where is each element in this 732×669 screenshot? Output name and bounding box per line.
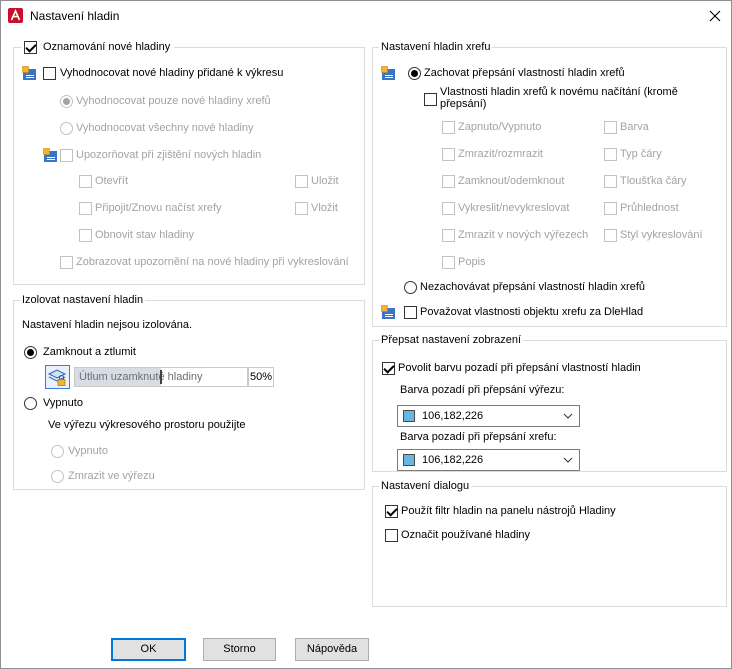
prop-lock-unlock-checkbox[interactable] (442, 175, 455, 188)
prop-description-label: Popis (458, 256, 486, 268)
plot-warning-checkbox[interactable] (60, 256, 73, 269)
layer-lock-fade-icon (45, 365, 70, 389)
indicate-used-label: Označit používané hladiny (401, 529, 531, 541)
new-layer-notification-checkbox[interactable] (24, 41, 37, 54)
dialog-title: Nastavení hladin (30, 9, 120, 23)
prop-plot-label: Vykreslit/nevykreslovat (458, 202, 570, 214)
prop-transparency-checkbox[interactable] (604, 202, 617, 215)
prop-plot-style-label: Styl vykreslování (620, 229, 703, 241)
plot-warning-label: Zobrazovat upozornění na nové hladiny př… (76, 256, 349, 268)
prop-color-label: Barva (620, 121, 649, 133)
chevron-down-icon (563, 413, 573, 419)
lock-and-fade-label: Zamknout a ztlumit (43, 346, 136, 358)
notify-save-checkbox[interactable] (295, 175, 308, 188)
viewport-bg-color-value: 106,182,226 (422, 410, 484, 422)
viewport-note: Ve výřezu výkresového prostoru použijte (48, 419, 246, 431)
evaluate-new-layers-checkbox[interactable] (43, 67, 56, 80)
apply-filter-checkbox[interactable] (385, 505, 398, 518)
evaluate-xref-only-label: Vyhodnocovat pouze nové hladiny xrefů (76, 95, 271, 107)
enable-bg-color-label: Povolit barvu pozadí při přepsání vlastn… (398, 362, 641, 374)
xref-bg-color-dropdown[interactable]: 106,182,226 (397, 449, 580, 471)
layer-notification-icon (43, 148, 58, 163)
xref-settings-title: Nastavení hladin xrefu (379, 40, 493, 54)
layer-notification-icon (381, 305, 396, 320)
lock-and-fade-radio[interactable] (24, 346, 37, 359)
prop-color-checkbox[interactable] (604, 121, 617, 134)
viewport-off-label: Vypnuto (68, 445, 108, 457)
display-override-title: Přepsat nastavení zobrazení (379, 333, 524, 347)
prop-new-vp-freeze-checkbox[interactable] (442, 229, 455, 242)
viewport-bg-color-dropdown[interactable]: 106,182,226 (397, 405, 580, 427)
cancel-button[interactable]: Storno (203, 638, 276, 661)
prop-lineweight-checkbox[interactable] (604, 175, 617, 188)
color-swatch (403, 410, 415, 422)
ok-button[interactable]: OK (111, 638, 186, 661)
prop-linetype-checkbox[interactable] (604, 148, 617, 161)
notify-new-layers-checkbox[interactable] (60, 149, 73, 162)
prop-lineweight-label: Tloušťka čáry (620, 175, 687, 187)
isolate-off-label: Vypnuto (43, 397, 83, 409)
keep-overrides-radio[interactable] (408, 67, 421, 80)
evaluate-all-label: Vyhodnocovat všechny nové hladiny (76, 122, 254, 134)
xref-bg-color-label: Barva pozadí při přepsání xrefu: (400, 431, 557, 443)
dialog-settings-title: Nastavení dialogu (379, 479, 472, 493)
notify-attach-reload-checkbox[interactable] (79, 202, 92, 215)
notify-restore-state-checkbox[interactable] (79, 229, 92, 242)
notify-restore-state-label: Obnovit stav hladiny (95, 229, 195, 241)
prop-linetype-label: Typ čáry (620, 148, 662, 160)
prop-freeze-thaw-label: Zmrazit/rozmrazit (458, 148, 543, 160)
viewport-bg-color-label: Barva pozadí při přepsání výřezu: (400, 384, 565, 396)
autocad-icon (8, 8, 23, 23)
prop-lock-unlock-label: Zamknout/odemknout (458, 175, 565, 187)
close-icon[interactable] (709, 10, 721, 22)
indicate-used-checkbox[interactable] (385, 529, 398, 542)
viewport-off-radio[interactable] (51, 445, 64, 458)
fade-slider-thumb[interactable] (160, 370, 162, 384)
enable-bg-color-checkbox[interactable] (382, 362, 395, 375)
help-button[interactable]: Nápověda (295, 638, 369, 661)
prop-on-off-label: Zapnuto/Vypnuto (458, 121, 542, 133)
notify-open-checkbox[interactable] (79, 175, 92, 188)
isolate-settings-title: Izolovat nastavení hladin (20, 293, 146, 307)
notify-save-label: Uložit (311, 175, 339, 187)
chevron-down-icon (563, 457, 573, 463)
reload-properties-checkbox[interactable] (424, 93, 437, 106)
notify-insert-checkbox[interactable] (295, 202, 308, 215)
notify-attach-reload-label: Připojit/Znovu načíst xrefy (95, 202, 222, 214)
treat-bylayer-label: Považovat vlastnosti objektu xrefu za Dl… (420, 306, 644, 318)
prop-description-checkbox[interactable] (442, 256, 455, 269)
new-layer-notification-label: Oznamování nové hladiny (43, 41, 171, 53)
prop-plot-checkbox[interactable] (442, 202, 455, 215)
treat-bylayer-checkbox[interactable] (404, 306, 417, 319)
prop-plot-style-checkbox[interactable] (604, 229, 617, 242)
notify-insert-label: Vložit (311, 202, 338, 214)
layer-notification-icon (22, 66, 37, 81)
xref-bg-color-value: 106,182,226 (422, 454, 484, 466)
prop-on-off-checkbox[interactable] (442, 121, 455, 134)
new-layer-notification-group (13, 47, 365, 285)
discard-overrides-radio[interactable] (404, 281, 417, 294)
apply-filter-label: Použít filtr hladin na panelu nástrojů H… (401, 505, 616, 517)
reload-properties-label: Vlastnosti hladin xrefů k novému načítán… (440, 86, 678, 110)
isolate-off-radio[interactable] (24, 397, 37, 410)
color-swatch (403, 454, 415, 466)
keep-overrides-label: Zachovat přepsání vlastností hladin xref… (424, 67, 625, 79)
prop-new-vp-freeze-label: Zmrazit v nových výřezech (458, 229, 589, 241)
evaluate-new-layers-label: Vyhodnocovat nové hladiny přidané k výkr… (60, 67, 284, 79)
prop-transparency-label: Průhlednost (620, 202, 679, 214)
viewport-freeze-label: Zmrazit ve výřezu (68, 470, 155, 482)
evaluate-all-radio[interactable] (60, 122, 73, 135)
viewport-freeze-radio[interactable] (51, 470, 64, 483)
isolate-status-text: Nastavení hladin nejsou izolována. (22, 319, 193, 331)
fade-slider-label: Útlum uzamknuté hladiny (79, 371, 203, 383)
fade-value: 50% (248, 367, 274, 387)
notify-new-layers-label: Upozorňovat při zjištění nových hladin (76, 149, 262, 161)
fade-slider[interactable]: Útlum uzamknuté hladiny (74, 367, 248, 387)
layer-notification-icon (381, 66, 396, 81)
notify-open-label: Otevřít (95, 175, 129, 187)
prop-freeze-thaw-checkbox[interactable] (442, 148, 455, 161)
discard-overrides-label: Nezachovávat přepsání vlastností hladin … (420, 281, 646, 293)
evaluate-xref-only-radio[interactable] (60, 95, 73, 108)
